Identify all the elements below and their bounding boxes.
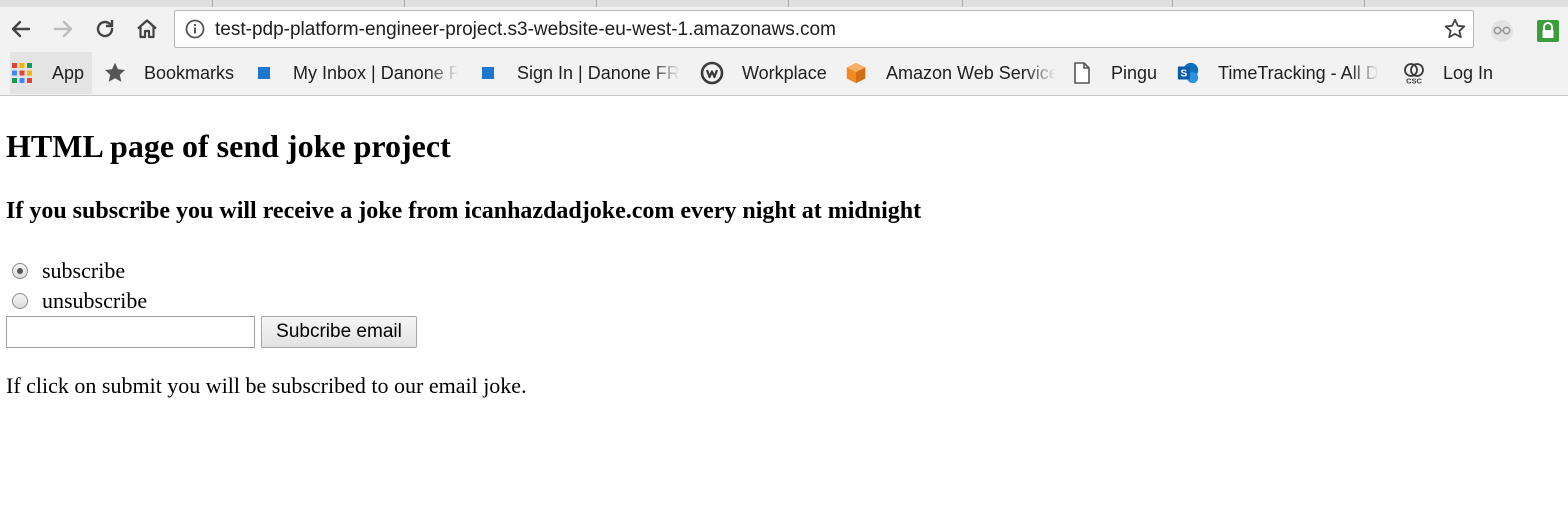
arrow-right-icon	[53, 20, 73, 38]
subscribe-label[interactable]: subscribe	[42, 258, 125, 284]
bookmark-apps[interactable]: App	[10, 52, 92, 94]
blue-square-icon	[476, 61, 500, 85]
apps-grid-icon	[10, 61, 34, 85]
bookmark-aws[interactable]: Amazon Web Service	[844, 52, 1056, 94]
address-bar[interactable]: test-pdp-platform-engineer-project.s3-we…	[174, 10, 1474, 48]
unsubscribe-radio[interactable]	[12, 293, 28, 309]
subscribe-option[interactable]: subscribe	[12, 258, 125, 284]
bookmark-workplace[interactable]: Workplace	[700, 52, 830, 94]
bookmark-timetracking[interactable]: S TimeTracking - All D	[1176, 52, 1388, 94]
back-button[interactable]	[6, 14, 36, 44]
bookmark-bookmarks[interactable]: Bookmarks	[103, 52, 237, 94]
subscribe-radio[interactable]	[12, 263, 28, 279]
reload-button[interactable]	[90, 14, 120, 44]
workplace-icon	[700, 61, 724, 85]
page-title: HTML page of send joke project	[6, 128, 451, 164]
browser-chrome: test-pdp-platform-engineer-project.s3-we…	[0, 0, 1568, 96]
unsubscribe-label[interactable]: unsubscribe	[42, 288, 147, 314]
bookmark-sign-in[interactable]: Sign In | Danone FR	[476, 52, 682, 94]
page-subtitle: If you subscribe you will receive a joke…	[6, 198, 922, 224]
bookmark-label: Workplace	[742, 62, 827, 83]
subscription-note: If click on submit you will be subscribe…	[6, 373, 527, 398]
bookmark-label: Bookmarks	[144, 62, 235, 83]
bookmarks-bar: App Bookmarks My Inbox | Danone F Sign I…	[0, 52, 1568, 94]
csc-icon: CSC	[1402, 61, 1426, 85]
svg-text:CSC: CSC	[1406, 77, 1422, 86]
aws-cube-icon	[844, 61, 868, 85]
browser-toolbar: test-pdp-platform-engineer-project.s3-we…	[0, 8, 1568, 52]
unsubscribe-option[interactable]: unsubscribe	[12, 288, 147, 314]
bookmark-label: My Inbox | Danone F	[293, 62, 458, 83]
bookmark-label: Log In	[1443, 62, 1494, 83]
bookmark-label: Sign In | Danone FR	[517, 62, 680, 83]
home-button[interactable]	[132, 14, 162, 44]
svg-text:S: S	[1180, 69, 1187, 80]
star-icon	[103, 61, 127, 85]
document-icon	[1070, 61, 1094, 85]
subscribe-email-button[interactable]: Subcribe email	[261, 316, 417, 348]
arrow-left-icon	[11, 20, 31, 38]
url-text[interactable]: test-pdp-platform-engineer-project.s3-we…	[215, 19, 836, 41]
sharepoint-icon: S	[1176, 61, 1200, 85]
bookmark-label: Amazon Web Service	[886, 62, 1056, 83]
bookmark-pingu[interactable]: Pingu	[1070, 52, 1162, 94]
forward-button[interactable]	[48, 14, 78, 44]
info-icon[interactable]	[185, 19, 205, 39]
tab-strip	[0, 0, 1568, 7]
bookmark-my-inbox[interactable]: My Inbox | Danone F	[252, 52, 458, 94]
bookmark-label: TimeTracking - All D	[1218, 62, 1379, 83]
lock-extension-icon[interactable]	[1535, 18, 1561, 44]
bookmark-star-icon[interactable]	[1443, 17, 1467, 41]
bookmark-label: Pingu	[1111, 62, 1158, 83]
blue-square-icon	[252, 61, 276, 85]
bookmark-label: App	[52, 62, 85, 83]
bookmark-log-in[interactable]: CSC Log In	[1402, 52, 1502, 94]
home-icon	[137, 19, 157, 39]
reload-icon	[96, 20, 114, 38]
email-input[interactable]	[6, 316, 255, 348]
extension-glasses-icon[interactable]	[1489, 18, 1515, 44]
